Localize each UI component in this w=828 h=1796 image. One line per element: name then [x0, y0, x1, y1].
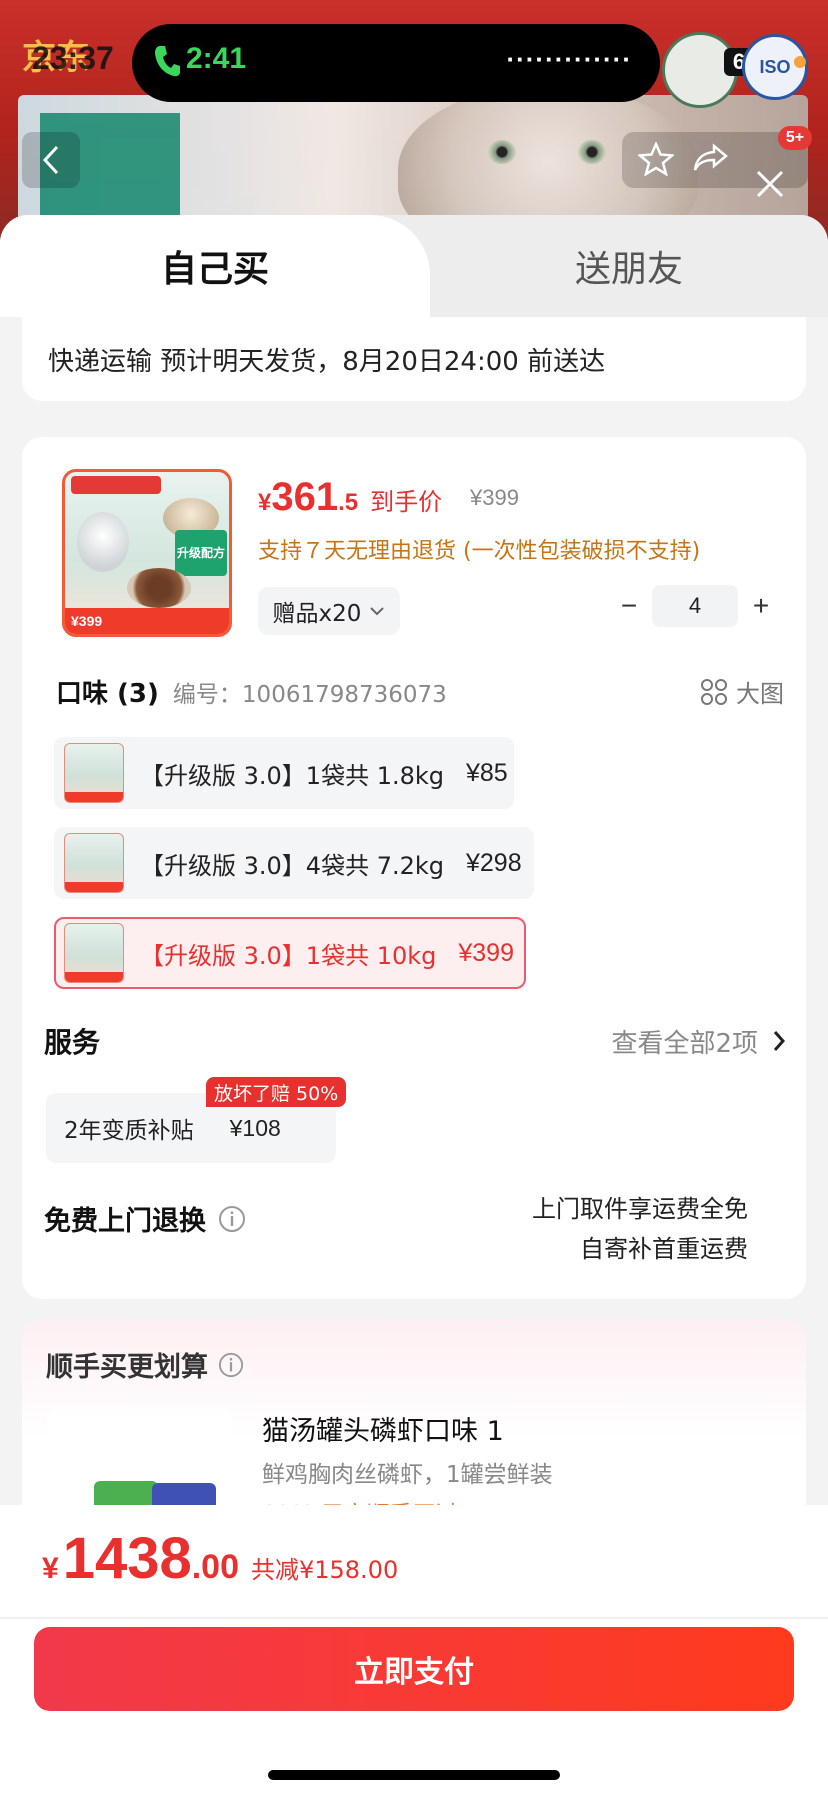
checkout-bar: ¥ 1438 .00 共减¥158.00 立即支付 [0, 1505, 828, 1796]
increase-quantity-button[interactable]: + [738, 585, 784, 627]
free-return-row: 免费上门退换 [44, 1199, 246, 1238]
chevron-left-icon [42, 145, 59, 175]
decrease-quantity-button[interactable]: − [606, 585, 652, 627]
currency-symbol: ¥ [42, 1552, 59, 1585]
return-policy-note: 支持７天无理由退货 (一次性包装破损不支持) [258, 539, 701, 564]
chevron-down-icon [370, 607, 385, 616]
privacy-indicator-dot [794, 56, 806, 68]
free-return-line: 上门取件享运费全免 [532, 1195, 748, 1223]
share-icon[interactable] [692, 142, 730, 174]
option-label: 【升级版 3.0】1袋共 1.8kg [140, 761, 444, 790]
service-promo-badge: 放坏了赔 50% [206, 1077, 347, 1107]
tab-gift-to-friend[interactable]: 送朋友 [430, 215, 828, 317]
food-bowl-graphic [127, 568, 191, 608]
currency-symbol: ¥ [258, 489, 272, 516]
flavor-option[interactable]: 【升级版 3.0】1袋共 1.8kg ¥85 [54, 737, 514, 809]
total-savings: 共减¥158.00 [250, 1556, 399, 1584]
free-return-title: 免费上门退换 [44, 1206, 206, 1237]
grid-icon [701, 678, 727, 705]
cat-graphic [77, 512, 129, 572]
info-icon[interactable] [218, 1352, 244, 1378]
option-price: ¥298 [466, 848, 522, 877]
status-time: 23:37 [32, 40, 114, 76]
call-waveform: ············· [506, 44, 632, 74]
flavor-option[interactable]: 【升级版 3.0】4袋共 7.2kg ¥298 [54, 827, 534, 899]
back-button[interactable] [22, 132, 80, 188]
view-all-services-link[interactable]: 查看全部2项 [611, 1023, 786, 1060]
view-all-label: 查看全部2项 [611, 1028, 758, 1059]
phone-icon [155, 46, 180, 77]
option-label: 【升级版 3.0】1袋共 10kg [140, 941, 437, 970]
info-icon[interactable] [218, 1205, 246, 1233]
free-return-details: 上门取件享运费全免 自寄补首重运费 [532, 1189, 748, 1269]
option-thumbnail [64, 743, 124, 803]
upsell-title: 顺手买更划算 [46, 1352, 208, 1383]
divider [0, 1617, 828, 1619]
option-thumbnail [64, 833, 124, 893]
product-code: 编号：10061798736073 [172, 681, 447, 708]
big-image-view-button[interactable]: 大图 [700, 674, 784, 709]
quantity-input[interactable]: 4 [652, 585, 738, 627]
flavor-title: 口味 (3) [56, 679, 159, 709]
dynamic-island[interactable]: 2:41 ············· [132, 24, 660, 102]
shipping-info: 快递运输 预计明天发货，8月20日24:00 前送达 [22, 317, 806, 401]
cat-eye [578, 140, 606, 164]
close-icon[interactable] [752, 166, 788, 202]
chevron-right-icon [773, 1031, 786, 1051]
total-decimal: .00 [191, 1548, 239, 1586]
free-return-line: 自寄补首重运费 [580, 1235, 748, 1263]
upsell-header: 顺手买更划算 [46, 1345, 244, 1384]
cart-count-badge: 5+ [778, 126, 812, 150]
image-price-strip: ¥399 [65, 608, 229, 634]
flavor-option-selected[interactable]: 【升级版 3.0】1袋共 10kg ¥399 [54, 917, 526, 989]
gifts-label: 赠品x20 [272, 601, 362, 627]
total-integer: 1438 [62, 1526, 192, 1591]
purchase-tabs: 自己买 送朋友 [0, 215, 828, 317]
upgrade-label: 升级配方 [175, 530, 227, 576]
upsell-product-subtitle: 鲜鸡胸肉丝磷虾，1罐尝鲜装 [262, 1462, 553, 1488]
cat-eye [488, 140, 516, 164]
tab-buy-for-self[interactable]: 自己买 [0, 215, 430, 317]
option-thumbnail [64, 923, 124, 983]
price-integer: 361 [271, 475, 339, 519]
call-timer: 2:41 [186, 42, 247, 75]
option-label: 【升级版 3.0】4袋共 7.2kg [140, 851, 444, 880]
shipping-text: 快递运输 预计明天发货，8月20日24:00 前送达 [48, 346, 606, 377]
service-header: 服务 查看全部2项 [44, 1021, 786, 1061]
pay-now-button[interactable]: 立即支付 [34, 1627, 794, 1711]
option-price: ¥85 [466, 758, 508, 787]
product-card: 升级配方 ¥399 ¥ 361 .5 到手价 ¥399 支持７天无理由退货 (一… [22, 437, 806, 1299]
price-decimal: .5 [338, 489, 359, 516]
service-option-price: ¥108 [229, 1114, 281, 1141]
price-label: 到手价 [370, 488, 443, 516]
quantity-stepper: − 4 + [606, 585, 784, 627]
upsell-product-name[interactable]: 猫汤罐头磷虾口味 1 [262, 1409, 504, 1448]
final-price: ¥ 361 .5 到手价 [258, 475, 442, 520]
gifts-dropdown[interactable]: 赠品x20 [258, 587, 400, 635]
service-option-label: 2年变质补贴 [64, 1118, 194, 1144]
original-price: ¥399 [470, 485, 519, 510]
home-indicator[interactable] [268, 1770, 560, 1780]
total-price: ¥ 1438 .00 共减¥158.00 [42, 1525, 398, 1592]
flavor-header: 口味 (3) 编号：10061798736073 大图 [56, 673, 784, 710]
product-image[interactable]: 升级配方 ¥399 [62, 469, 232, 637]
service-title: 服务 [44, 1026, 101, 1059]
big-view-label: 大图 [736, 680, 784, 708]
option-price: ¥399 [458, 938, 514, 967]
favorite-star-icon[interactable] [638, 142, 674, 176]
promo-tag [71, 476, 161, 494]
